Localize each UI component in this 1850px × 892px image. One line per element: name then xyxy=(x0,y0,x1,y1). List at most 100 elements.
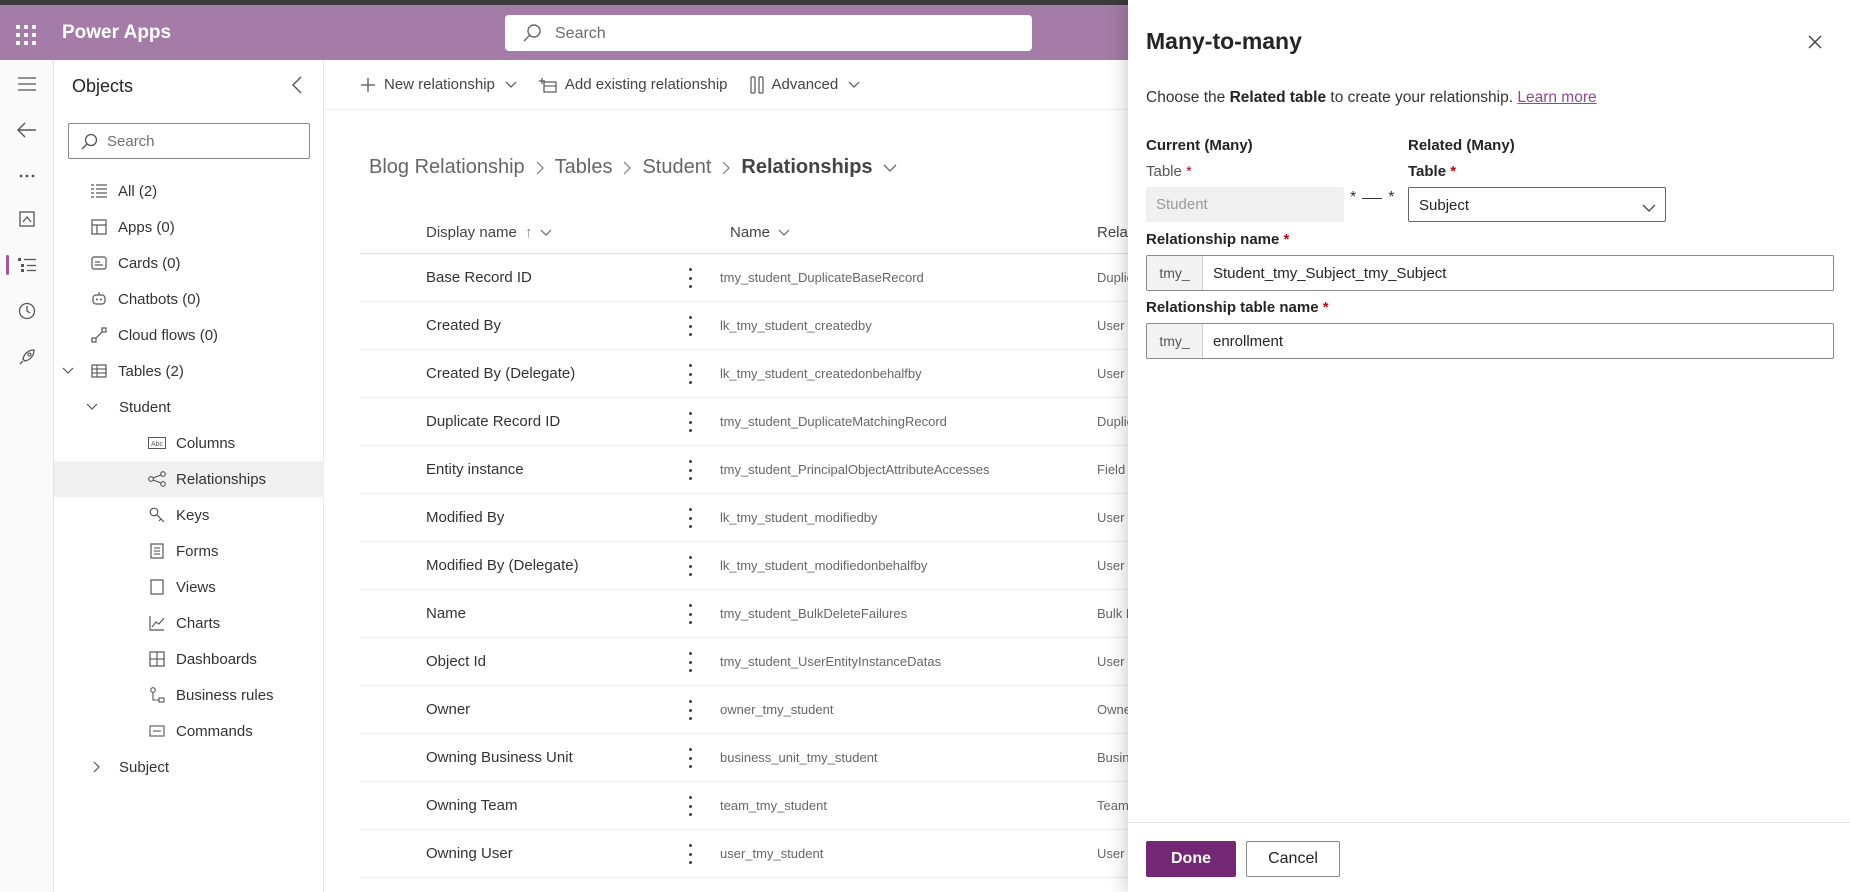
more-options-icon[interactable] xyxy=(684,556,696,576)
table-row[interactable]: Created By (Delegate) lk_tmy_student_crea… xyxy=(360,350,1128,398)
tree-item-cloud-flows[interactable]: Cloud flows (0) xyxy=(54,317,324,353)
row-display-name[interactable]: Entity instance xyxy=(426,461,524,478)
row-display-name[interactable]: Owning Business Unit xyxy=(426,749,573,766)
tree-item-label: Apps (0) xyxy=(118,218,175,236)
table-row[interactable]: Owning Team team_tmy_student Team xyxy=(360,782,1128,830)
table-row[interactable]: Owning User user_tmy_student User xyxy=(360,830,1128,878)
back-arrow-icon[interactable] xyxy=(0,112,54,148)
row-display-name[interactable]: Object Id xyxy=(426,653,486,670)
tree-item-business-rules[interactable]: Business rules xyxy=(54,677,324,713)
tree-item-columns[interactable]: Abc Columns xyxy=(54,425,324,461)
tree-item-dashboards[interactable]: Dashboards xyxy=(54,641,324,677)
related-table-select[interactable]: Subject xyxy=(1408,187,1666,222)
row-display-name[interactable]: Name xyxy=(426,605,466,622)
more-options-icon[interactable] xyxy=(684,844,696,864)
row-display-name[interactable]: Modified By (Delegate) xyxy=(426,557,579,574)
chevron-down-icon[interactable] xyxy=(61,364,75,378)
close-icon[interactable] xyxy=(1805,32,1825,52)
tree-item-subject[interactable]: Subject xyxy=(54,749,324,785)
history-icon[interactable] xyxy=(0,293,54,329)
more-options-icon[interactable] xyxy=(684,508,696,528)
chevron-down-icon[interactable] xyxy=(883,164,897,172)
panel-description: Choose the Related table to create your … xyxy=(1146,89,1597,107)
row-display-name[interactable]: Owning User xyxy=(426,845,513,862)
relationship-table-name-input[interactable]: tmy_ enrollment xyxy=(1146,323,1834,359)
relationship-name-input[interactable]: tmy_ Student_tmy_Subject_tmy_Subject xyxy=(1146,255,1834,291)
column-header-name[interactable]: Name xyxy=(730,224,790,241)
more-options-icon[interactable] xyxy=(684,652,696,672)
more-options-icon[interactable] xyxy=(684,316,696,336)
tree-view-icon[interactable] xyxy=(0,247,54,283)
table-row[interactable]: Modified By lk_tmy_student_modifiedby User xyxy=(360,494,1128,542)
more-options-icon[interactable] xyxy=(684,268,696,288)
pages-icon[interactable] xyxy=(0,201,54,237)
done-button[interactable]: Done xyxy=(1146,841,1236,877)
tree-item-all[interactable]: All (2) xyxy=(54,173,324,209)
row-display-name[interactable]: Duplicate Record ID xyxy=(426,413,560,430)
cancel-button[interactable]: Cancel xyxy=(1246,841,1340,877)
add-existing-relationship-button[interactable]: Add existing relationship xyxy=(538,76,728,93)
tree-item-chatbots[interactable]: Chatbots (0) xyxy=(54,281,324,317)
table-row[interactable]: Owner owner_tmy_student Owne xyxy=(360,686,1128,734)
hamburger-icon[interactable] xyxy=(0,66,54,102)
learn-more-link[interactable]: Learn more xyxy=(1517,89,1596,106)
objects-search-placeholder: Search xyxy=(107,133,155,150)
more-options-icon[interactable] xyxy=(684,748,696,768)
breadcrumb-item[interactable]: Tables xyxy=(555,156,613,179)
table-row[interactable]: Owning Business Unit business_unit_tmy_st… xyxy=(360,734,1128,782)
advanced-menu-button[interactable]: Advanced xyxy=(749,75,861,94)
global-search[interactable]: Search xyxy=(505,15,1032,51)
tree-item-keys[interactable]: Keys xyxy=(54,497,324,533)
breadcrumb-current[interactable]: Relationships xyxy=(741,156,872,179)
app-launcher-icon[interactable] xyxy=(14,23,36,45)
objects-search-input[interactable]: Search xyxy=(68,123,310,159)
row-display-name[interactable]: Owner xyxy=(426,701,470,718)
breadcrumb-item[interactable]: Student xyxy=(642,156,711,179)
more-options-icon[interactable] xyxy=(684,796,696,816)
tree-item-apps[interactable]: Apps (0) xyxy=(54,209,324,245)
tree-item-forms[interactable]: Forms xyxy=(54,533,324,569)
column-header-related[interactable]: Relat xyxy=(1097,224,1128,241)
more-options-icon[interactable] xyxy=(684,604,696,624)
command-bar: New relationship Add existing relationsh… xyxy=(324,60,1128,110)
row-related-table: Owne xyxy=(1097,702,1128,717)
table-row[interactable]: Created By lk_tmy_student_createdby User xyxy=(360,302,1128,350)
tree-item-label: Keys xyxy=(176,506,210,524)
column-header-display-name[interactable]: Display name ↑ xyxy=(426,224,552,241)
new-relationship-button[interactable]: New relationship xyxy=(360,76,517,93)
chevron-right-icon[interactable] xyxy=(90,760,104,774)
table-row[interactable]: Modified By (Delegate) lk_tmy_student_mod… xyxy=(360,542,1128,590)
table-row[interactable]: Duplicate Record ID tmy_student_Duplicate… xyxy=(360,398,1128,446)
table-row[interactable]: Entity instance tmy_student_PrincipalObje… xyxy=(360,446,1128,494)
tree-item-student[interactable]: Student xyxy=(54,389,324,425)
row-display-name[interactable]: Created By xyxy=(426,317,501,334)
table-row[interactable]: Base Record ID tmy_student_DuplicateBaseR… xyxy=(360,254,1128,302)
row-display-name[interactable]: Owning Team xyxy=(426,797,517,814)
row-related-table: User xyxy=(1097,846,1125,861)
table-row[interactable]: Object Id tmy_student_UserEntityInstanceD… xyxy=(360,638,1128,686)
table-row[interactable]: Name tmy_student_BulkDeleteFailures Bulk D xyxy=(360,590,1128,638)
row-display-name[interactable]: Created By (Delegate) xyxy=(426,365,575,382)
more-options-icon[interactable] xyxy=(684,412,696,432)
breadcrumb-item[interactable]: Blog Relationship xyxy=(369,156,525,179)
row-related-table: Busine xyxy=(1097,750,1128,765)
more-options-icon[interactable] xyxy=(684,460,696,480)
more-options-icon[interactable] xyxy=(684,364,696,384)
more-ellipsis-icon[interactable] xyxy=(0,158,54,194)
tree-item-relationships[interactable]: Relationships xyxy=(54,461,324,497)
publish-rocket-icon[interactable] xyxy=(0,339,54,375)
row-display-name[interactable]: Modified By xyxy=(426,509,504,526)
row-display-name[interactable]: Base Record ID xyxy=(426,269,532,286)
collapse-chevron-icon[interactable] xyxy=(290,76,304,97)
many-to-many-indicator: * * xyxy=(1350,189,1394,207)
chevron-down-icon[interactable] xyxy=(85,400,99,414)
tree-item-cards[interactable]: Cards (0) xyxy=(54,245,324,281)
tree-item-commands[interactable]: Commands xyxy=(54,713,324,749)
row-related-table: Bulk D xyxy=(1097,606,1128,621)
app-name[interactable]: Power Apps xyxy=(62,22,171,44)
more-options-icon[interactable] xyxy=(684,700,696,720)
tree-item-charts[interactable]: Charts xyxy=(54,605,324,641)
row-related-table: User xyxy=(1097,366,1125,381)
tree-item-tables[interactable]: Tables (2) xyxy=(54,353,324,389)
tree-item-views[interactable]: Views xyxy=(54,569,324,605)
